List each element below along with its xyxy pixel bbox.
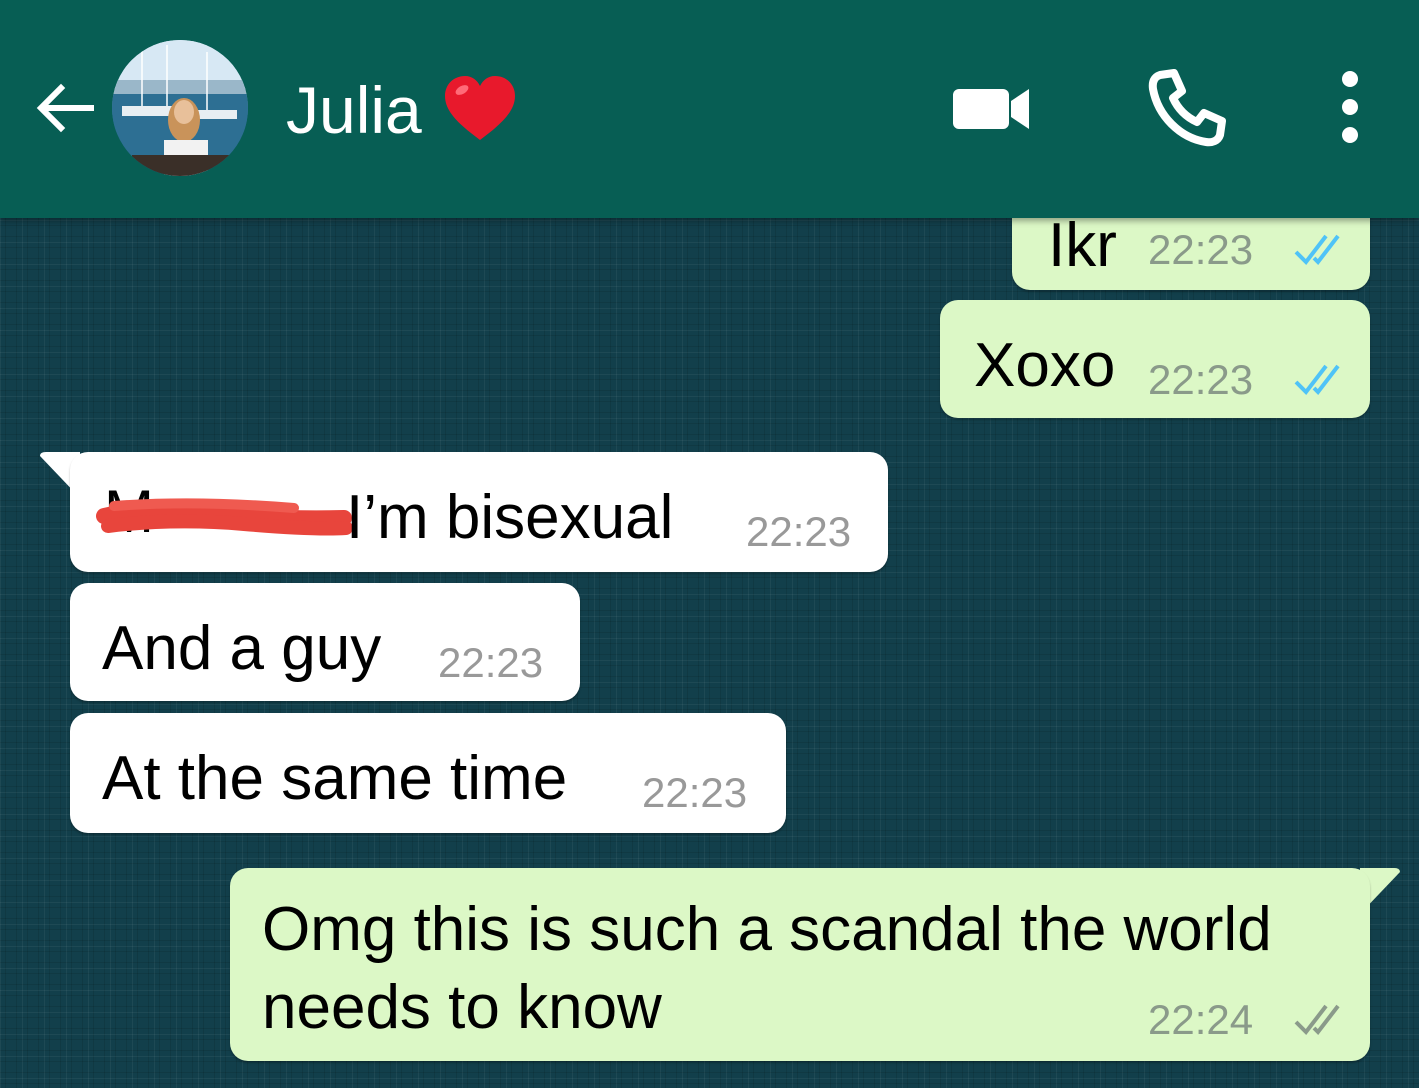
message-time: 22:24: [1148, 996, 1254, 1043]
message-text-line-2: needs to know: [262, 973, 662, 1042]
message-text: Xoxo: [974, 331, 1116, 400]
message-time: 22:23: [1148, 226, 1254, 273]
message-text: Ikr: [1048, 211, 1117, 280]
more-vertical-icon: [1342, 71, 1358, 143]
message-bubble-outgoing[interactable]: Xoxo 22:23: [940, 300, 1370, 418]
red-heart-icon: [444, 76, 515, 140]
double-check-delivered-icon: [1294, 1004, 1340, 1036]
message-bubble-incoming[interactable]: And a guy 22:23: [70, 583, 580, 701]
message-bubble-outgoing[interactable]: Omg this is such a scandal the world nee…: [230, 868, 1370, 1061]
message-text: And a guy: [102, 614, 382, 683]
phone-icon: [1148, 69, 1226, 147]
avatar[interactable]: [112, 40, 248, 176]
message-time: 22:23: [746, 508, 852, 555]
back-button[interactable]: [26, 68, 106, 148]
message-bubble-incoming[interactable]: At the same time 22:23: [70, 713, 786, 833]
message-time: 22:23: [1148, 356, 1254, 403]
message-time: 22:23: [642, 769, 748, 816]
double-check-read-icon: [1294, 234, 1340, 266]
video-call-button[interactable]: [940, 62, 1040, 152]
redaction-scribble: M: [96, 482, 353, 542]
chat-header: Julia: [0, 0, 1419, 218]
arrow-left-icon: [36, 83, 94, 133]
contact-name: Julia: [286, 73, 422, 147]
message-text-line-1: Omg this is such a scandal the world: [262, 895, 1272, 964]
avatar-photo: [112, 40, 248, 176]
double-check-read-icon: [1294, 364, 1340, 396]
message-text: I’m bisexual: [346, 483, 674, 552]
voice-call-button[interactable]: [1136, 62, 1236, 152]
message-text: At the same time: [102, 744, 568, 813]
video-camera-icon: [953, 89, 1029, 129]
message-time: 22:23: [438, 639, 544, 686]
contact-name-area[interactable]: Julia: [286, 70, 520, 150]
more-options-button[interactable]: [1320, 62, 1380, 152]
message-bubble-incoming[interactable]: M I’m bisexual 22:23: [70, 452, 888, 572]
